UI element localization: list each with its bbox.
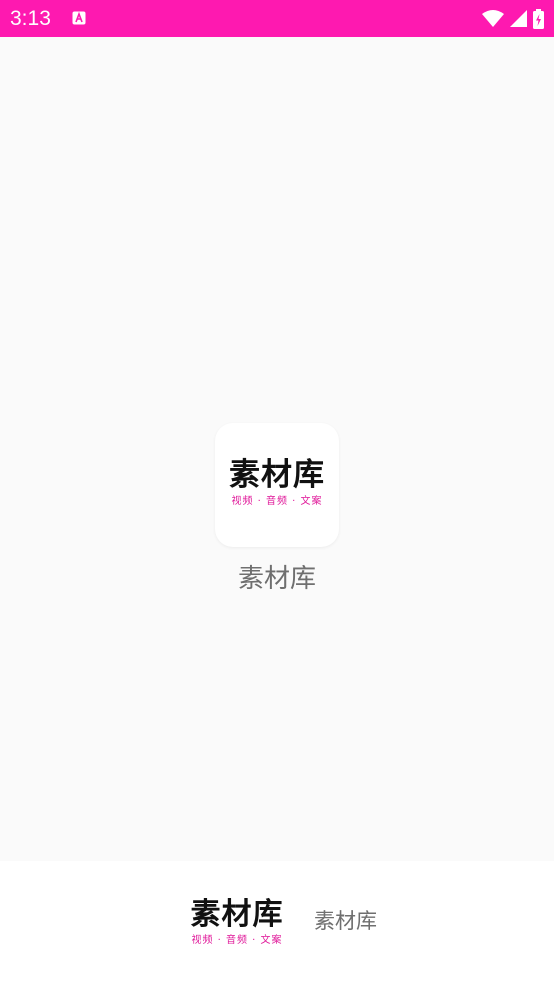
app-icon-logo-subtitle: 视频 · 音频 · 文案 bbox=[231, 496, 323, 507]
app-name: 素材库 bbox=[237, 564, 316, 594]
signal-icon bbox=[510, 10, 527, 27]
splash-screen: 素材库 视频 · 音频 · 文案 素材库 bbox=[0, 37, 554, 861]
splash-footer: 素材库 视频 · 音频 · 文案 素材库 bbox=[0, 861, 554, 984]
footer-logo: 素材库 视频 · 音频 · 文案 bbox=[183, 897, 291, 949]
footer-logo-title: 素材库 bbox=[190, 897, 284, 932]
battery-charging-icon bbox=[533, 8, 544, 29]
notification-a-icon bbox=[72, 11, 86, 25]
app-icon: 素材库 视频 · 音频 · 文案 bbox=[215, 423, 339, 547]
status-icons bbox=[482, 8, 544, 29]
status-bar: 3:13 bbox=[0, 0, 554, 37]
footer-app-name: 素材库 bbox=[314, 909, 377, 933]
footer-logo-subtitle: 视频 · 音频 · 文案 bbox=[191, 935, 283, 946]
app-icon-logo-title: 素材库 bbox=[229, 457, 325, 493]
status-time: 3:13 bbox=[10, 7, 51, 30]
wifi-icon bbox=[482, 10, 504, 27]
